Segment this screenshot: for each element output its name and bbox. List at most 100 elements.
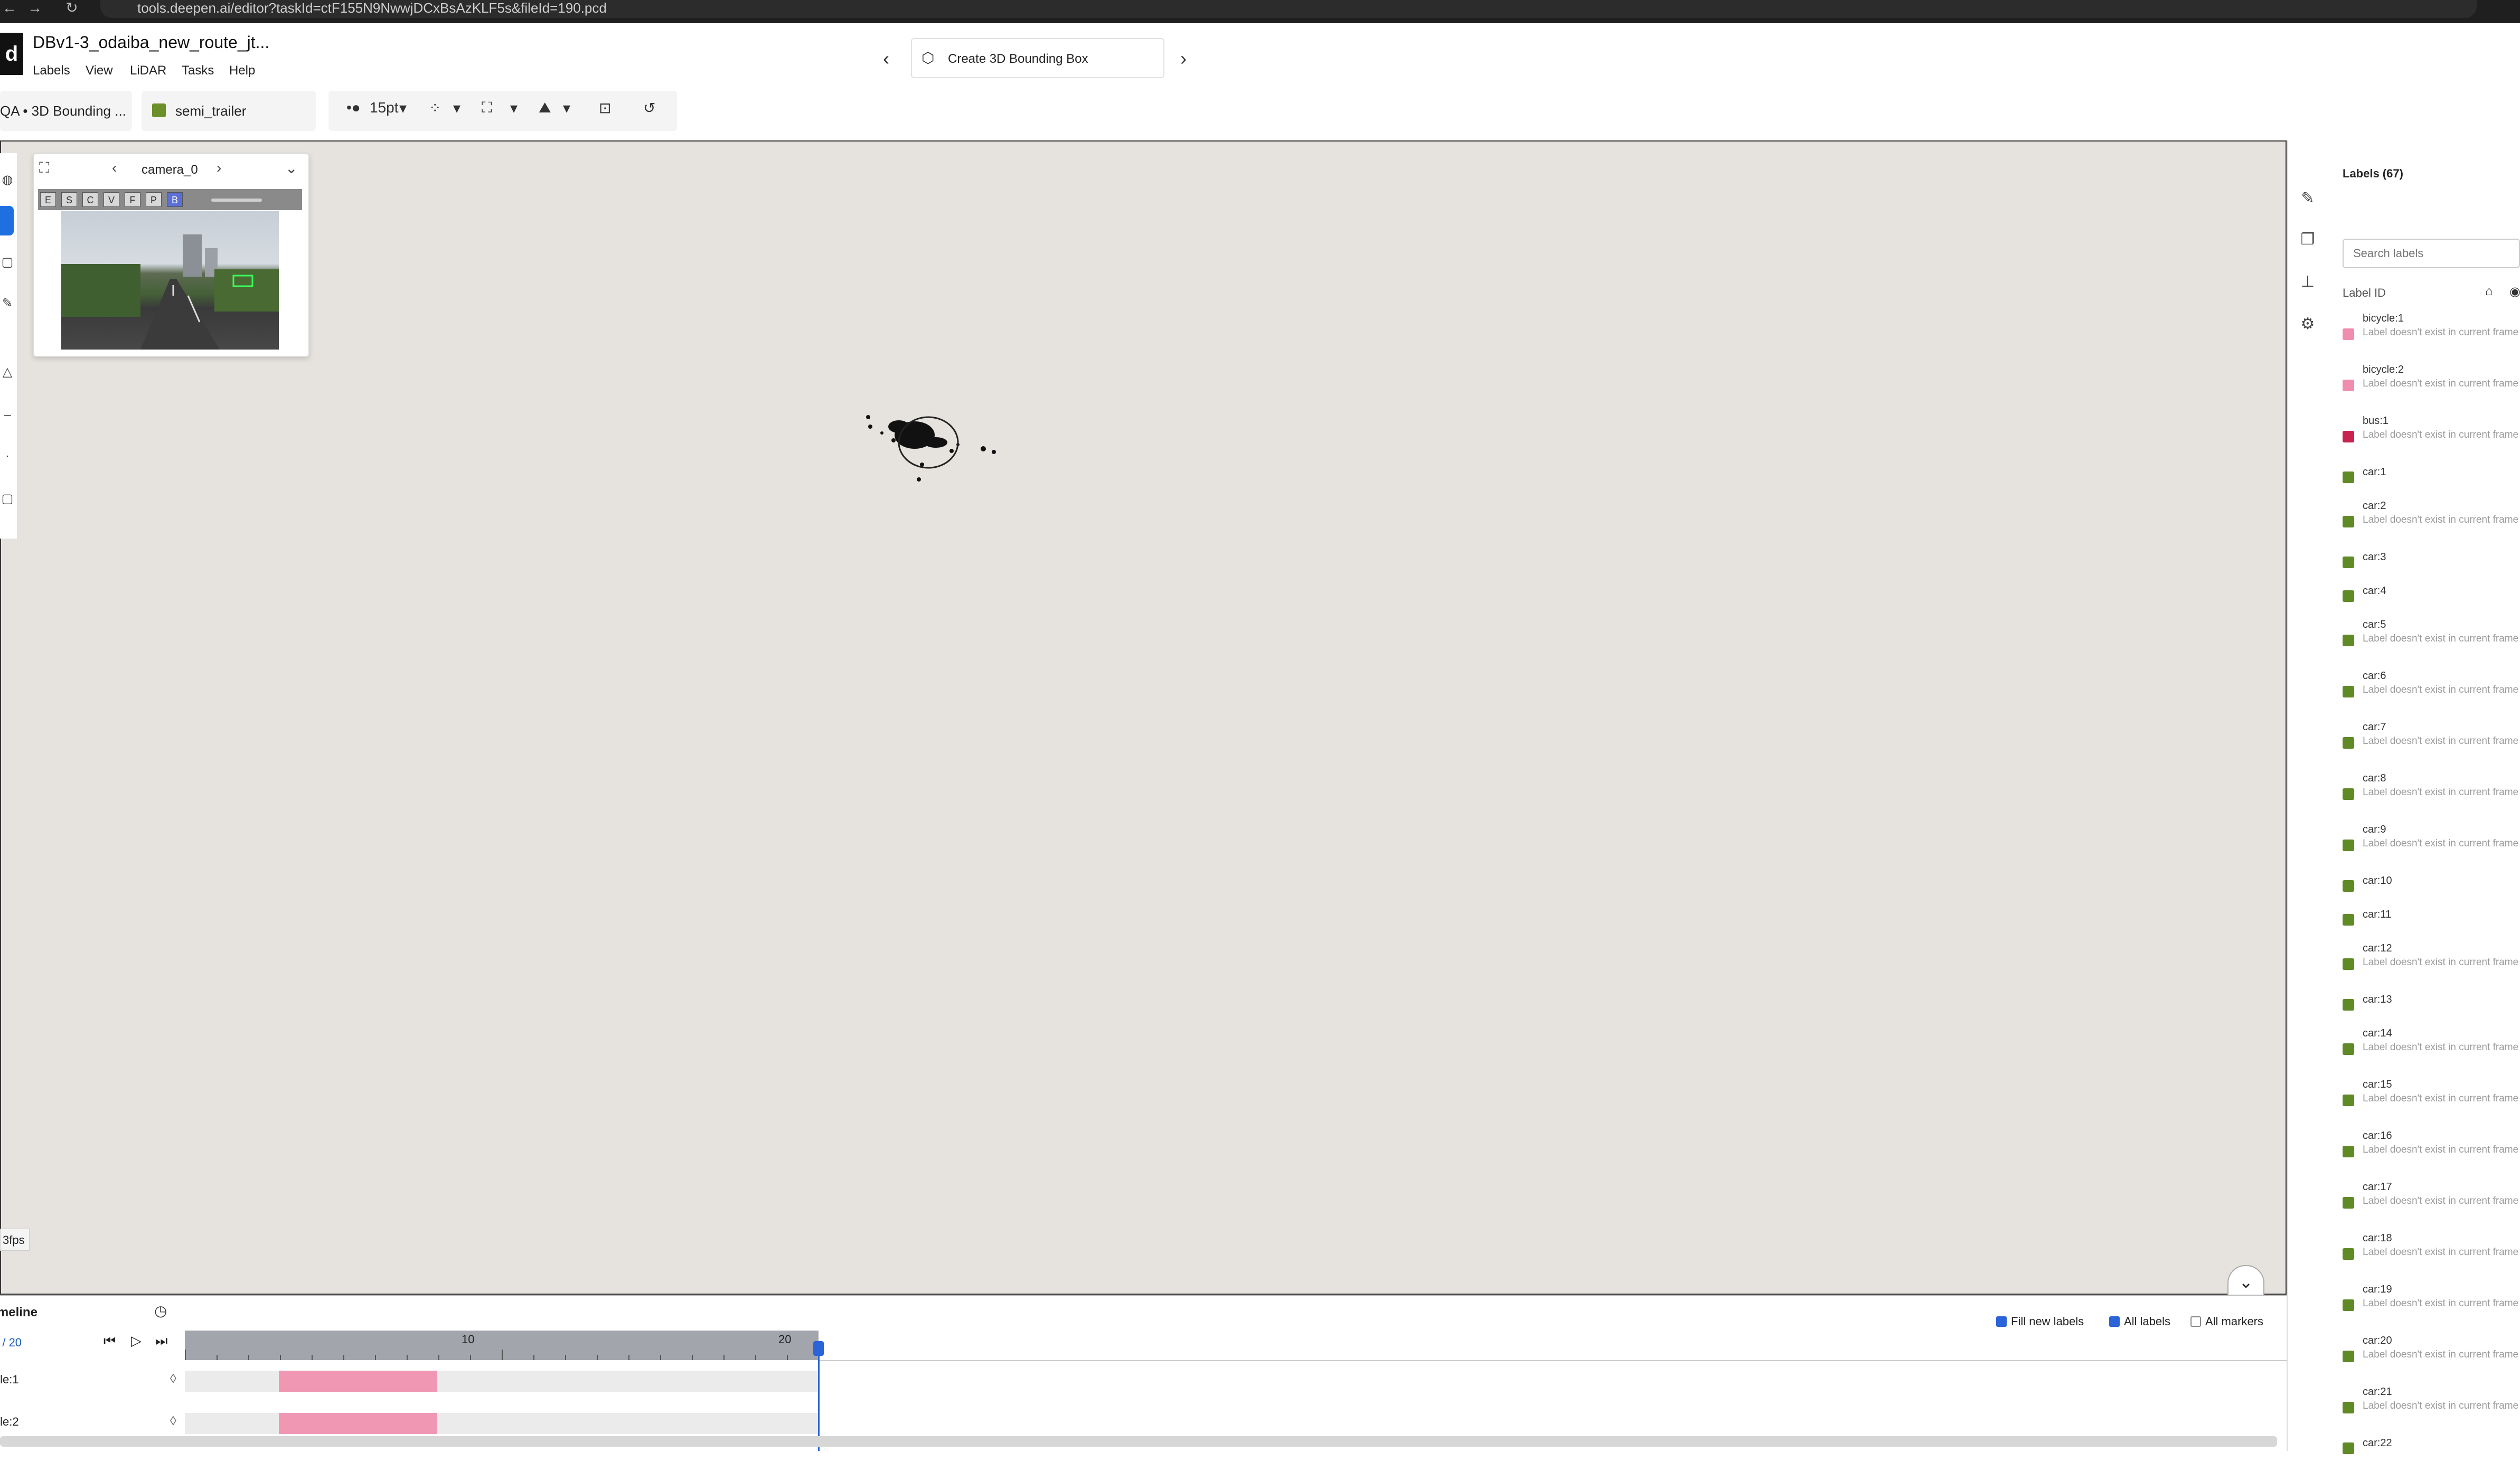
label-row[interactable]: bus:1 Label doesn't exist in current fram… — [2343, 415, 2520, 466]
timeline-ruler[interactable] — [185, 1331, 820, 1360]
app-logo[interactable]: d — [0, 33, 23, 75]
label-row[interactable]: car:1 — [2343, 466, 2520, 500]
keyframe-icon[interactable]: ◊ — [170, 1414, 176, 1429]
camera-next-icon[interactable]: › — [217, 159, 221, 176]
label-row[interactable]: car:9 Label doesn't exist in current fram… — [2343, 824, 2520, 875]
chevron-down-icon[interactable]: ▾ — [453, 99, 460, 117]
label-row[interactable]: car:20 Label doesn't exist in current fra… — [2343, 1335, 2520, 1386]
ground-icon[interactable]: ⛰ — [539, 99, 551, 117]
fullscreen-icon[interactable]: ⛶ — [39, 159, 50, 177]
label-row[interactable]: car:11 — [2343, 909, 2520, 942]
point-size-icon[interactable]: •● — [346, 99, 361, 116]
camera-btn-s[interactable]: S — [61, 192, 77, 207]
chevron-down-icon[interactable]: ▾ — [399, 99, 407, 117]
camera-btn-e[interactable]: E — [40, 192, 56, 207]
camera-btn-v[interactable]: V — [104, 192, 119, 207]
timeline-scrollbar[interactable] — [0, 1436, 2277, 1447]
point-cloud-canvas[interactable] — [0, 140, 2287, 1295]
track-bar[interactable] — [279, 1371, 437, 1392]
camera-prev-icon[interactable]: ‹ — [112, 159, 117, 176]
label-row[interactable]: car:18 Label doesn't exist in current fra… — [2343, 1232, 2520, 1284]
menu-view[interactable]: View — [86, 63, 113, 78]
previous-task-icon[interactable]: ‹ — [883, 48, 889, 70]
label-row[interactable]: car:7 Label doesn't exist in current fram… — [2343, 721, 2520, 772]
line-icon[interactable]: – — [0, 408, 15, 422]
square-icon[interactable]: ▢ — [0, 491, 15, 506]
url-bar[interactable]: tools.deepen.ai/editor?taskId=ctF155N9Nw… — [100, 0, 2477, 18]
label-row[interactable]: car:2 Label doesn't exist in current fram… — [2343, 500, 2520, 551]
label-row[interactable]: car:14 Label doesn't exist in current fra… — [2343, 1027, 2520, 1079]
all-labels-option[interactable]: All labels — [2109, 1315, 2170, 1328]
all-markers-checkbox[interactable] — [2190, 1316, 2201, 1327]
camera-btn-c[interactable]: C — [82, 192, 98, 207]
pen-icon[interactable]: ✎ — [0, 296, 15, 311]
skip-back-icon[interactable]: ⏮ — [104, 1333, 116, 1350]
reload-icon[interactable]: ↻ — [62, 0, 81, 18]
playhead[interactable] — [818, 1343, 820, 1451]
collapse-timeline-button[interactable]: ⌄ — [2227, 1265, 2264, 1297]
polygon-icon[interactable]: △ — [0, 364, 15, 380]
keyframe-icon[interactable]: ◊ — [170, 1372, 176, 1387]
dot-icon[interactable]: · — [0, 449, 15, 464]
clock-icon[interactable]: ◷ — [154, 1302, 167, 1319]
next-task-icon[interactable]: › — [1180, 48, 1187, 70]
camera-btn-p[interactable]: P — [146, 192, 162, 207]
label-row[interactable]: car:4 — [2343, 585, 2520, 619]
camera-view-icon[interactable]: ⛶ — [482, 99, 492, 117]
sliders-icon[interactable]: ⚙ — [2298, 315, 2317, 333]
menu-labels[interactable]: Labels — [33, 63, 70, 78]
label-row[interactable]: car:22 — [2343, 1437, 2520, 1471]
point-size-value[interactable]: 15pt — [370, 99, 399, 116]
track-label-bicycle-2[interactable]: bicycle:2 — [0, 1415, 19, 1429]
chevron-down-icon[interactable]: ▾ — [510, 99, 518, 117]
label-row[interactable]: car:10 — [2343, 875, 2520, 909]
track-label-bicycle-1[interactable]: bicycle:1 — [0, 1373, 19, 1387]
lock-view-icon[interactable]: ⊡ — [599, 99, 611, 117]
chart-icon[interactable]: ⊥ — [2298, 272, 2317, 291]
chevron-down-icon[interactable]: ▾ — [563, 99, 570, 117]
all-labels-checkbox[interactable] — [2109, 1316, 2120, 1327]
label-row[interactable]: car:8 Label doesn't exist in current fram… — [2343, 772, 2520, 824]
history-icon[interactable]: ↺ — [643, 99, 655, 117]
playhead-handle[interactable] — [813, 1341, 824, 1356]
label-row[interactable]: car:5 Label doesn't exist in current fram… — [2343, 619, 2520, 670]
menu-tasks[interactable]: Tasks — [182, 63, 214, 78]
fill-new-labels-checkbox[interactable] — [1996, 1316, 2007, 1327]
camera-image[interactable] — [61, 211, 279, 350]
point-cloud-svg — [866, 415, 996, 482]
globe-icon[interactable]: ◍ — [0, 172, 15, 187]
label-row[interactable]: car:13 — [2343, 994, 2520, 1027]
label-id-header[interactable]: Label ID — [2343, 286, 2386, 300]
track-bar[interactable] — [279, 1413, 437, 1434]
skip-forward-icon[interactable]: ⏭ — [155, 1333, 167, 1350]
edit-icon[interactable]: ✎ — [2298, 189, 2317, 208]
box-tool-icon[interactable]: ▢ — [0, 254, 15, 270]
label-row[interactable]: car:21 Label doesn't exist in current fra… — [2343, 1386, 2520, 1437]
forward-icon[interactable]: → — [25, 0, 44, 18]
eye-icon[interactable]: ◉ — [2509, 284, 2520, 299]
fill-new-labels-option[interactable]: Fill new labels — [1996, 1315, 2084, 1328]
label-row[interactable]: car:16 Label doesn't exist in current fra… — [2343, 1130, 2520, 1181]
play-icon[interactable]: ▷ — [131, 1333, 142, 1349]
camera-btn-b[interactable]: B — [167, 192, 183, 207]
camera-opacity-slider[interactable] — [211, 199, 262, 202]
label-row[interactable]: car:15 Label doesn't exist in current fra… — [2343, 1079, 2520, 1130]
point-cloud-icon[interactable]: ⁘ — [429, 99, 441, 117]
menu-help[interactable]: Help — [229, 63, 255, 78]
label-row[interactable]: bicycle:2 Label doesn't exist in current … — [2343, 364, 2520, 415]
menu-lidar[interactable]: LiDAR — [130, 63, 166, 78]
cursor-tool-active[interactable] — [0, 206, 14, 235]
chevron-down-icon[interactable]: ⌄ — [285, 159, 297, 177]
label-row[interactable]: bicycle:1 Label doesn't exist in current … — [2343, 313, 2520, 364]
search-labels-input[interactable] — [2343, 239, 2520, 268]
label-row[interactable]: car:6 Label doesn't exist in current fram… — [2343, 670, 2520, 721]
back-icon[interactable]: ← — [0, 0, 19, 18]
layers-icon[interactable]: ❐ — [2298, 230, 2317, 249]
camera-btn-f[interactable]: F — [125, 192, 140, 207]
label-row[interactable]: car:3 — [2343, 551, 2520, 585]
label-row[interactable]: car:12 Label doesn't exist in current fra… — [2343, 942, 2520, 994]
tag-icon[interactable]: ⌂ — [2485, 284, 2493, 299]
label-row[interactable]: car:19 Label doesn't exist in current fra… — [2343, 1284, 2520, 1335]
all-markers-option[interactable]: All markers — [2190, 1315, 2263, 1328]
label-row[interactable]: car:17 Label doesn't exist in current fra… — [2343, 1181, 2520, 1232]
